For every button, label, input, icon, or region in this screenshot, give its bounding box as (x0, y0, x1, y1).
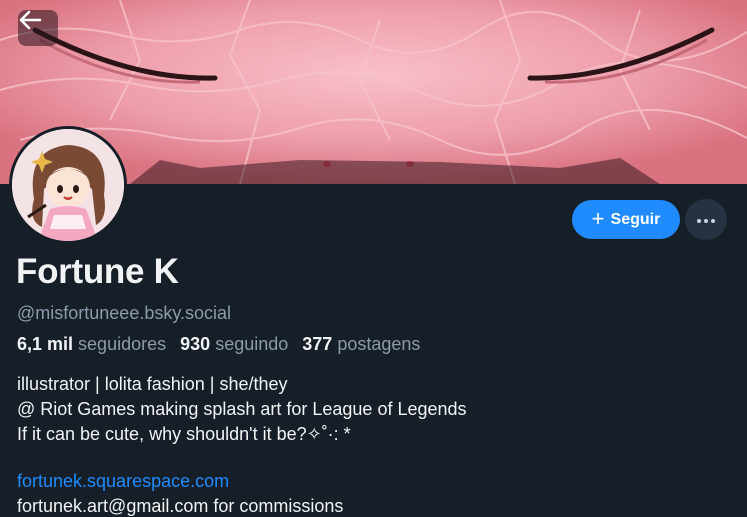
following-count: 930 (180, 334, 211, 354)
following-label: seguindo (215, 334, 289, 354)
more-options-button[interactable] (685, 199, 727, 240)
display-name: Fortune K (16, 252, 179, 291)
posts-count-wrap: 377 postagens (302, 334, 420, 354)
profile-handle: @misfortuneee.bsky.social (17, 303, 232, 323)
bio-line: If it can be cute, why shouldn't it be?✧… (17, 424, 351, 444)
bio-contact-line: fortunek.art@gmail.com for commissions (17, 496, 344, 516)
followers-link[interactable]: 6,1 mil seguidores (17, 334, 166, 354)
follow-button[interactable]: + Seguir (572, 200, 680, 239)
followers-label: seguidores (78, 334, 167, 354)
posts-label: postagens (337, 334, 421, 354)
website-link[interactable]: fortunek.squarespace.com (17, 471, 229, 492)
back-button[interactable] (18, 10, 58, 46)
following-link[interactable]: 930 seguindo (180, 334, 288, 354)
plus-icon: + (591, 205, 605, 231)
avatar-image (12, 129, 124, 241)
avatar[interactable] (9, 126, 127, 244)
bio-line: illustrator | lolita fashion | she/they (17, 374, 288, 394)
profile-stats: 6,1 mil seguidores 930 seguindo 377 post… (17, 334, 420, 355)
profile-bio: illustrator | lolita fashion | she/they @… (17, 372, 467, 447)
posts-count: 377 (302, 334, 333, 354)
bio-line: @ Riot Games making splash art for Leagu… (17, 399, 467, 419)
follow-button-label: Seguir (610, 210, 661, 228)
ellipsis-icon (696, 211, 716, 229)
followers-count: 6,1 mil (17, 334, 74, 354)
